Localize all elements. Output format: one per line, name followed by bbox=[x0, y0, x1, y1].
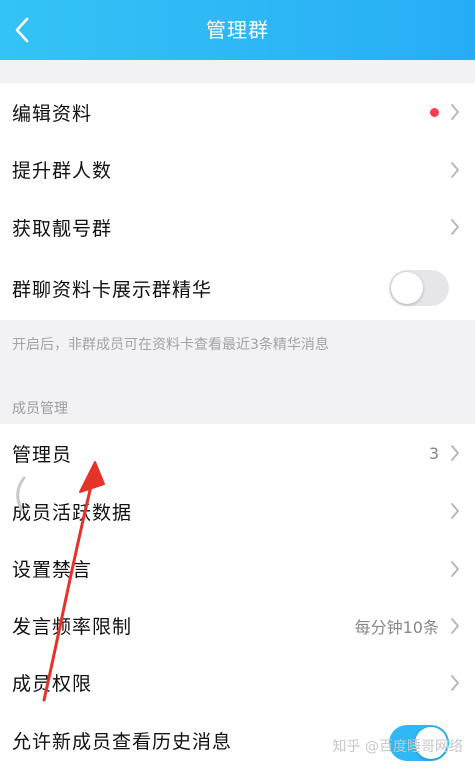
mute-label: 设置禁言 bbox=[12, 559, 93, 581]
row-member-activity[interactable]: 成员活跃数据 bbox=[0, 482, 475, 540]
row-show-essence: 群聊资料卡展示群精华 bbox=[0, 256, 475, 320]
chevron-right-icon bbox=[447, 217, 463, 237]
new-member-history-label: 允许新成员查看历史消息 bbox=[12, 730, 233, 753]
speak-rate-limit-value: 每分钟10条 bbox=[354, 617, 439, 637]
edit-profile-label: 编辑资料 bbox=[12, 102, 93, 125]
row-upgrade-group-size[interactable]: 提升群人数 bbox=[0, 141, 475, 198]
page-title: 管理群 bbox=[206, 18, 269, 42]
essence-note: 开启后，非群成员可在资料卡查看最近3条精华消息 bbox=[12, 337, 329, 353]
toggle-knob bbox=[391, 272, 423, 304]
watermark: 知乎 @百度睡哥网络 bbox=[332, 739, 463, 755]
member-section-title: 成员管理 bbox=[12, 401, 68, 417]
show-essence-label: 群聊资料卡展示群精华 bbox=[12, 278, 213, 301]
row-admins[interactable]: 管理员 3 bbox=[0, 424, 475, 482]
chevron-right-icon bbox=[447, 559, 463, 579]
chevron-right-icon bbox=[447, 102, 463, 122]
row-edit-profile[interactable]: 编辑资料 bbox=[0, 83, 475, 141]
member-activity-label: 成员活跃数据 bbox=[12, 501, 133, 524]
row-mute[interactable]: 设置禁言 bbox=[0, 540, 475, 597]
chevron-right-icon bbox=[447, 160, 463, 180]
speak-rate-limit-label: 发言频率限制 bbox=[12, 616, 133, 638]
member-permissions-label: 成员权限 bbox=[12, 673, 93, 695]
chevron-right-icon bbox=[447, 501, 463, 521]
chevron-right-icon bbox=[447, 673, 463, 693]
row-get-pretty-number[interactable]: 获取靓号群 bbox=[0, 198, 475, 256]
chevron-right-icon bbox=[447, 443, 463, 463]
show-essence-toggle[interactable] bbox=[389, 270, 449, 306]
get-pretty-number-label: 获取靓号群 bbox=[12, 217, 113, 240]
admins-label: 管理员 bbox=[12, 443, 73, 466]
row-speak-rate-limit[interactable]: 发言频率限制 每分钟10条 bbox=[0, 597, 475, 654]
chevron-right-icon bbox=[447, 616, 463, 636]
row-member-permissions[interactable]: 成员权限 bbox=[0, 654, 475, 711]
red-dot-badge bbox=[430, 107, 439, 117]
upgrade-group-size-label: 提升群人数 bbox=[12, 160, 113, 182]
admins-count: 3 bbox=[428, 443, 439, 463]
title-bar: 管理群 bbox=[0, 0, 475, 60]
